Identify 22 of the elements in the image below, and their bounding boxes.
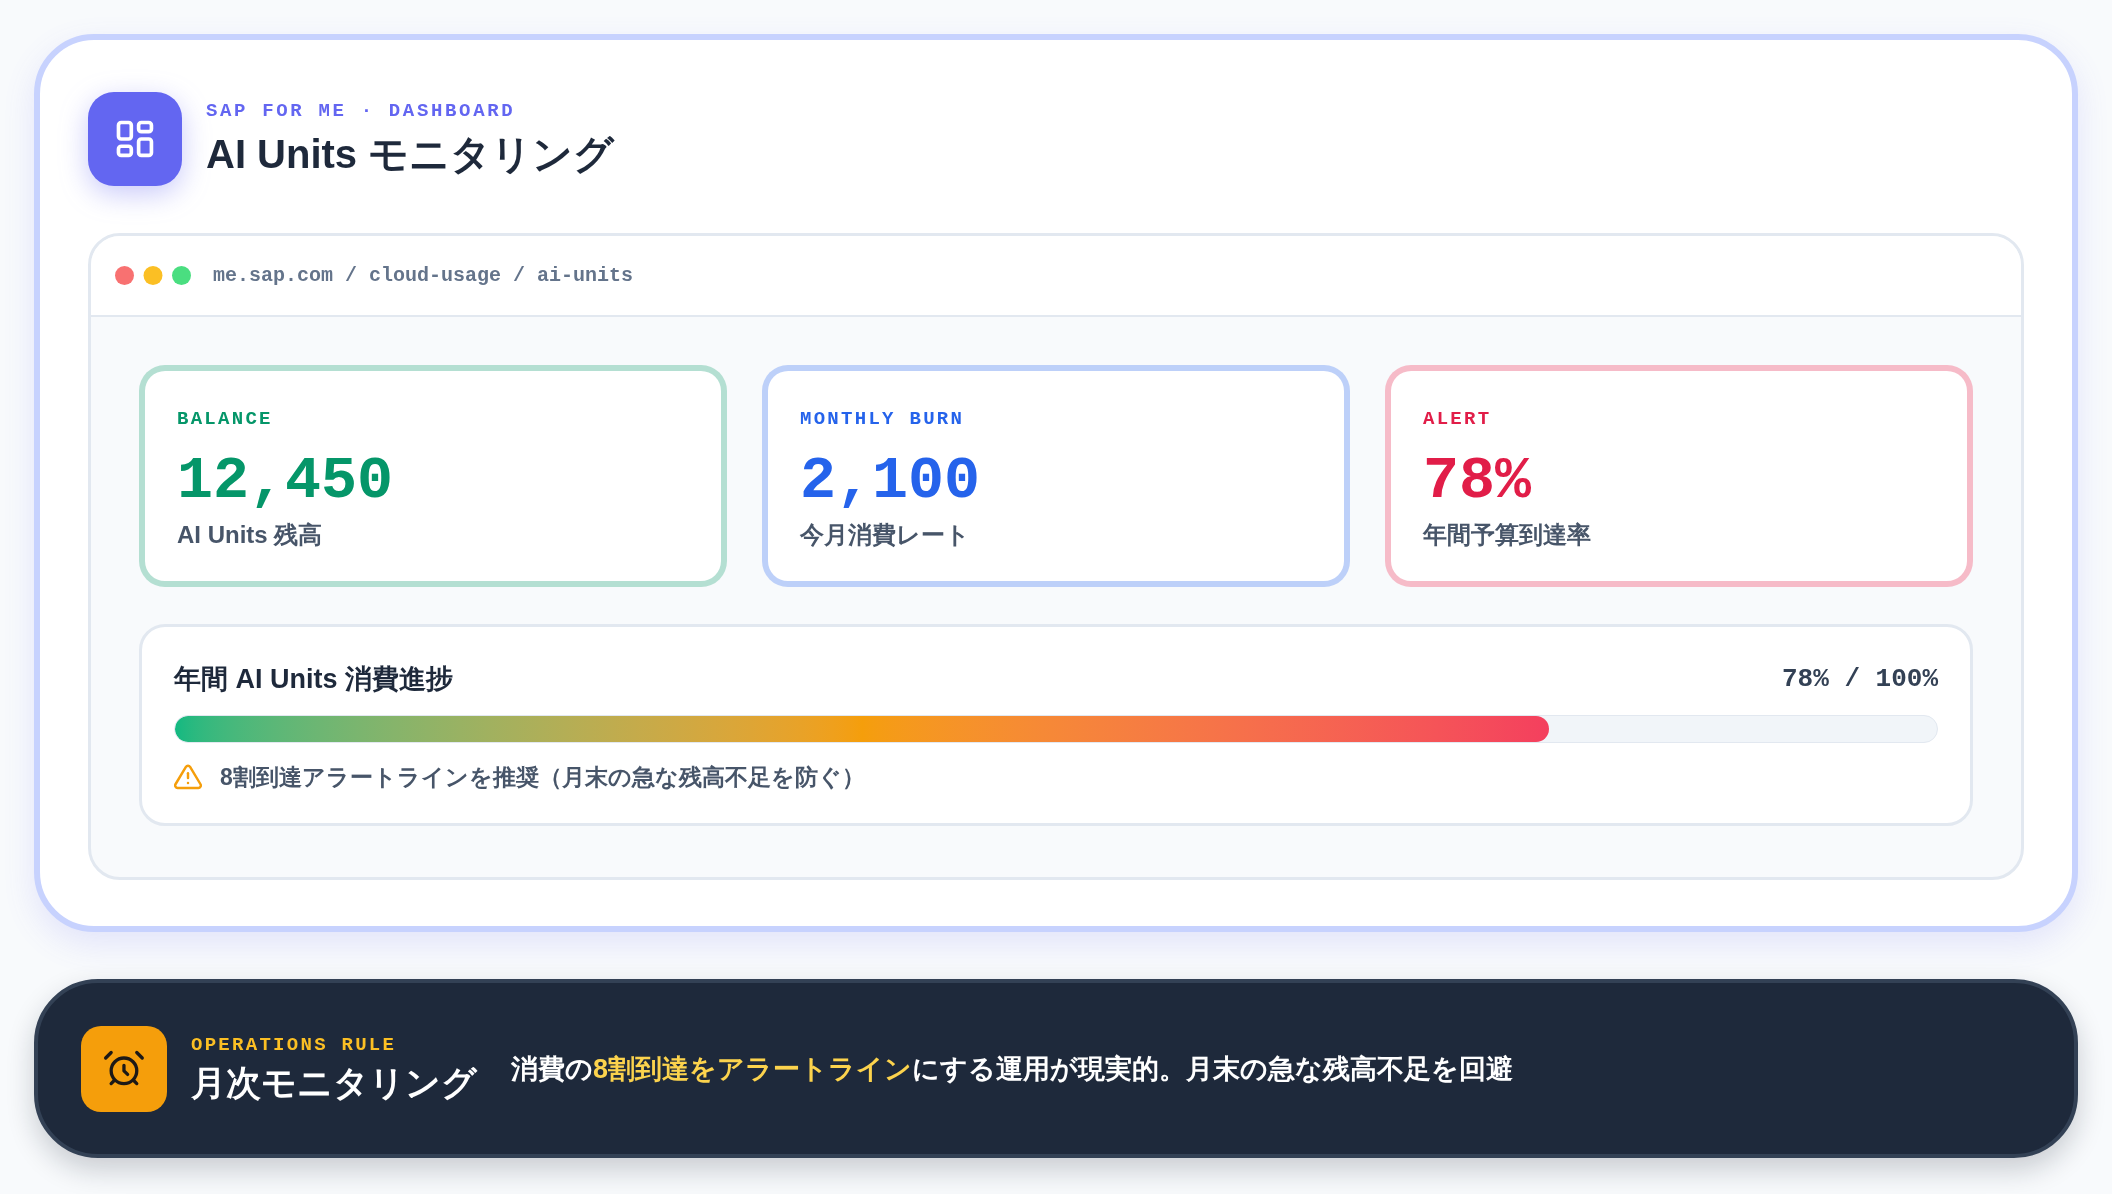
stat-value: 2,100	[800, 449, 982, 513]
stat-value: 78%	[1423, 449, 1533, 513]
stat-label: MONTHLY BURN	[800, 407, 966, 431]
window-controls-icon	[115, 266, 191, 285]
stat-value: 12,450	[177, 449, 395, 513]
progress-title: 年間 AI Units 消費進捗	[174, 663, 453, 696]
eyebrow-label: SAP FOR ME · DASHBOARD	[206, 99, 517, 123]
page-title: AI Units モニタリング	[206, 131, 615, 178]
progress-reading: 78% / 100%	[1781, 663, 1938, 696]
rule-message: 消費の8割到達をアラートラインにする運用が現実的。月末の急な残高不足を回避	[511, 1052, 1514, 1086]
stat-caption: 今月消費レート	[800, 520, 971, 550]
stat-caption: 年間予算到達率	[1423, 520, 1592, 550]
alarm-clock-icon	[81, 1025, 167, 1112]
url-text: me.sap.com / cloud-usage / ai-units	[213, 262, 634, 289]
dashboard-icon	[88, 92, 182, 186]
stat-label: BALANCE	[177, 407, 274, 431]
rule-title: 月次モニタリング	[191, 1061, 477, 1104]
progress-note: 8割到達アラートラインを推奨（月末の急な残高不足を防ぐ）	[220, 763, 865, 792]
warning-icon	[174, 764, 202, 790]
stat-caption: AI Units 残高	[177, 520, 324, 550]
stat-label: ALERT	[1423, 407, 1493, 431]
rule-label: OPERATIONS RULE	[191, 1032, 398, 1057]
